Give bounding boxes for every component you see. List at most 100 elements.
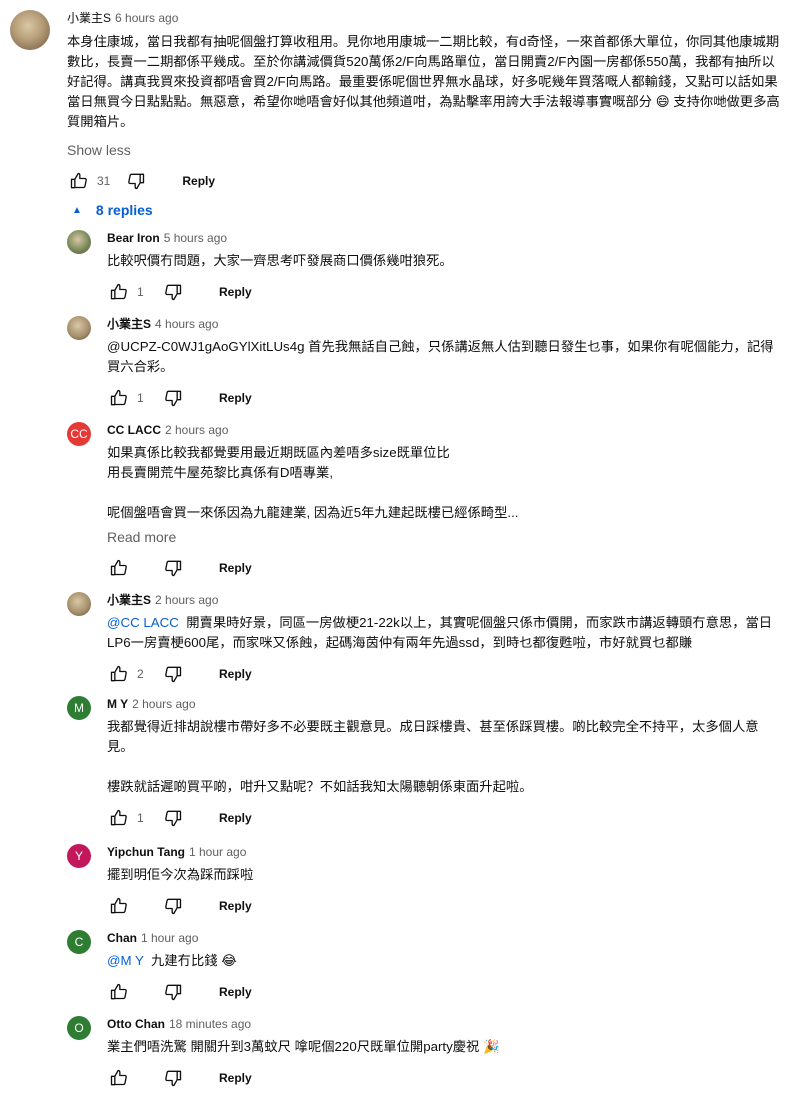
thumbs-up-icon (109, 982, 129, 1002)
reply-meta: Otto Chan 18 minutes ago (107, 1016, 777, 1032)
reply-time[interactable]: 18 minutes ago (169, 1017, 251, 1031)
mention-link[interactable]: @CC LACC (107, 615, 179, 630)
reply-time[interactable]: 2 hours ago (165, 423, 228, 437)
reply-avatar[interactable]: O (67, 1016, 91, 1040)
thumbs-down-icon (163, 1068, 183, 1088)
reply-button[interactable]: Reply (211, 807, 260, 829)
reply-button[interactable]: Reply (211, 281, 260, 303)
reply-text: 我都覺得近排胡說樓市帶好多不必要既主觀意見。成日踩樓貴、甚至係踩買樓。啲比較完全… (107, 717, 777, 797)
like-button[interactable] (107, 280, 131, 304)
mention-link[interactable]: @M Y (107, 953, 144, 968)
reply-avatar[interactable]: Y (67, 844, 91, 868)
thumbs-down-icon (163, 558, 183, 578)
reply-meta: Yipchun Tang 1 hour ago (107, 844, 777, 860)
reply-time[interactable]: 1 hour ago (189, 845, 246, 859)
comment-author[interactable]: 小業主S (67, 11, 111, 25)
reply-meta: M Y 2 hours ago (107, 696, 777, 712)
reply-time[interactable]: 2 hours ago (155, 593, 218, 607)
reply-button[interactable]: Reply (211, 981, 260, 1003)
thumbs-down-icon (163, 896, 183, 916)
reply-avatar[interactable]: CC (67, 422, 91, 446)
dislike-button[interactable] (161, 280, 185, 304)
reply-actions: Reply (107, 891, 777, 921)
reply-meta: Bear Iron 5 hours ago (107, 230, 777, 246)
reply-author[interactable]: 小業主S (107, 593, 151, 607)
thumbs-down-icon (128, 173, 145, 190)
reply-text-body: 我都覺得近排胡說樓市帶好多不必要既主觀意見。成日踩樓貴、甚至係踩買樓。啲比較完全… (107, 719, 759, 794)
reply-button[interactable]: Reply (211, 557, 260, 579)
like-button[interactable] (67, 169, 91, 193)
thumbs-down-icon (163, 282, 183, 302)
reply-text: 業主們唔洗驚 開關升到3萬蚊尺 嗱呢個220尺既單位開party慶祝 🎉 (107, 1037, 777, 1057)
replies-count-label: 8 replies (95, 202, 153, 218)
like-count: 31 (97, 174, 111, 188)
thumbs-down-icon (163, 982, 183, 1002)
reply-avatar[interactable] (67, 592, 91, 616)
dislike-button[interactable] (161, 894, 185, 918)
reply-meta: 小業主S 2 hours ago (107, 592, 777, 608)
reply-avatar[interactable] (67, 230, 91, 254)
read-more-button[interactable]: Read more (107, 527, 777, 547)
reply-actions: Reply (107, 977, 777, 1007)
reply-button[interactable]: Reply (211, 663, 260, 685)
like-button[interactable] (107, 894, 131, 918)
replies-toggle-button[interactable]: ▲ 8 replies (72, 200, 153, 220)
show-less-button[interactable]: Show less (67, 140, 780, 160)
reply-text: 如果真係比較我都覺要用最近期既區內差唔多size既單位比 用長賣開荒牛屋苑黎比真… (107, 443, 777, 523)
reply-button[interactable]: Reply (211, 1067, 260, 1089)
reply-button[interactable]: Reply (211, 387, 260, 409)
like-count: 2 (137, 667, 144, 681)
reply-meta: 小業主S 4 hours ago (107, 316, 777, 332)
thumbs-down-icon (163, 388, 183, 408)
dislike-button[interactable] (161, 980, 185, 1004)
reply-author[interactable]: Bear Iron (107, 231, 160, 245)
like-button[interactable] (107, 980, 131, 1004)
dislike-button[interactable] (161, 662, 185, 686)
dislike-button[interactable] (124, 169, 148, 193)
reply-avatar[interactable] (67, 316, 91, 340)
dislike-button[interactable] (161, 556, 185, 580)
reply-time[interactable]: 2 hours ago (132, 697, 195, 711)
chevron-up-icon: ▲ (72, 204, 82, 216)
dislike-button[interactable] (161, 386, 185, 410)
reply-meta: CC LACC 2 hours ago (107, 422, 777, 438)
comment-meta: 小業主S 6 hours ago (67, 10, 780, 26)
like-count: 1 (137, 285, 144, 299)
reply-author[interactable]: Chan (107, 931, 137, 945)
like-button[interactable] (107, 386, 131, 410)
reply-author[interactable]: Otto Chan (107, 1017, 165, 1031)
like-button[interactable] (107, 806, 131, 830)
reply-author[interactable]: Yipchun Tang (107, 845, 185, 859)
dislike-button[interactable] (161, 806, 185, 830)
reply-time[interactable]: 4 hours ago (155, 317, 218, 331)
reply-text-body: 開賣果時好景，同區一房做梗21-22k以上，其實呢個盤只係市價開，而家跌市講返轉… (107, 615, 773, 650)
thumbs-up-icon (70, 172, 87, 189)
thumbs-up-icon (109, 558, 129, 578)
like-button[interactable] (107, 662, 131, 686)
reply-author[interactable]: CC LACC (107, 423, 161, 437)
reply-time[interactable]: 5 hours ago (164, 231, 227, 245)
like-button[interactable] (107, 556, 131, 580)
reply-avatar[interactable]: M (67, 696, 91, 720)
like-button[interactable] (107, 1066, 131, 1090)
comment-text: 本身住康城，當日我都有抽呢個盤打算收租用。見你地用康城一二期比較，有d奇怪，一來… (67, 34, 780, 129)
reply-text: 比較呎價冇問題，大家一齊思考吓發展商口價係幾咁狼死。 (107, 251, 777, 271)
reply-text-body: 業主們唔洗驚 開關升到3萬蚊尺 嗱呢個220尺既單位開party慶祝 🎉 (107, 1039, 500, 1054)
thumbs-up-icon (109, 808, 129, 828)
thumbs-up-icon (109, 388, 129, 408)
author-avatar[interactable] (10, 10, 50, 50)
reply-author[interactable]: M Y (107, 697, 128, 711)
thumbs-down-icon (163, 808, 183, 828)
reply-text-body: 如果真係比較我都覺要用最近期既區內差唔多size既單位比 用長賣開荒牛屋苑黎比真… (107, 445, 519, 520)
reply-button[interactable]: Reply (211, 895, 260, 917)
reply-actions: 2 Reply (107, 659, 777, 689)
thumbs-down-icon (163, 664, 183, 684)
reply-text: @M Y 九建冇比錢 😂 (107, 951, 777, 971)
reply-time[interactable]: 1 hour ago (141, 931, 198, 945)
reply-button[interactable]: Reply (174, 170, 223, 192)
reply-avatar[interactable]: C (67, 930, 91, 954)
dislike-button[interactable] (161, 1066, 185, 1090)
reply-author[interactable]: 小業主S (107, 317, 151, 331)
comment-time[interactable]: 6 hours ago (115, 11, 178, 25)
reply-actions: 1 Reply (107, 383, 777, 413)
